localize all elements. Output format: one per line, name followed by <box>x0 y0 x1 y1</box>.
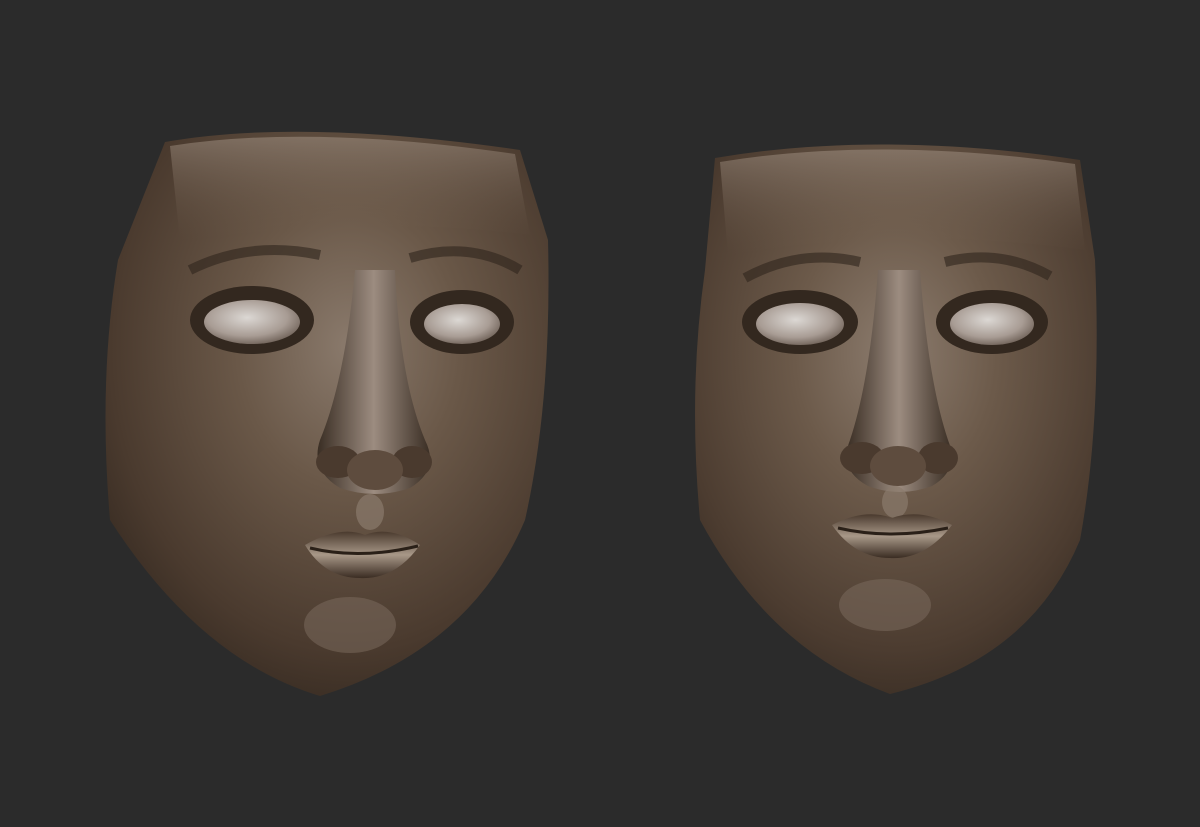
render-canvas <box>105 131 1097 696</box>
left-face-mask <box>105 131 549 696</box>
right-mask-eye-right <box>756 303 844 345</box>
right-face-mask <box>695 144 1097 694</box>
viewport-scene <box>0 0 1200 827</box>
right-mask-eye-left <box>950 303 1034 345</box>
